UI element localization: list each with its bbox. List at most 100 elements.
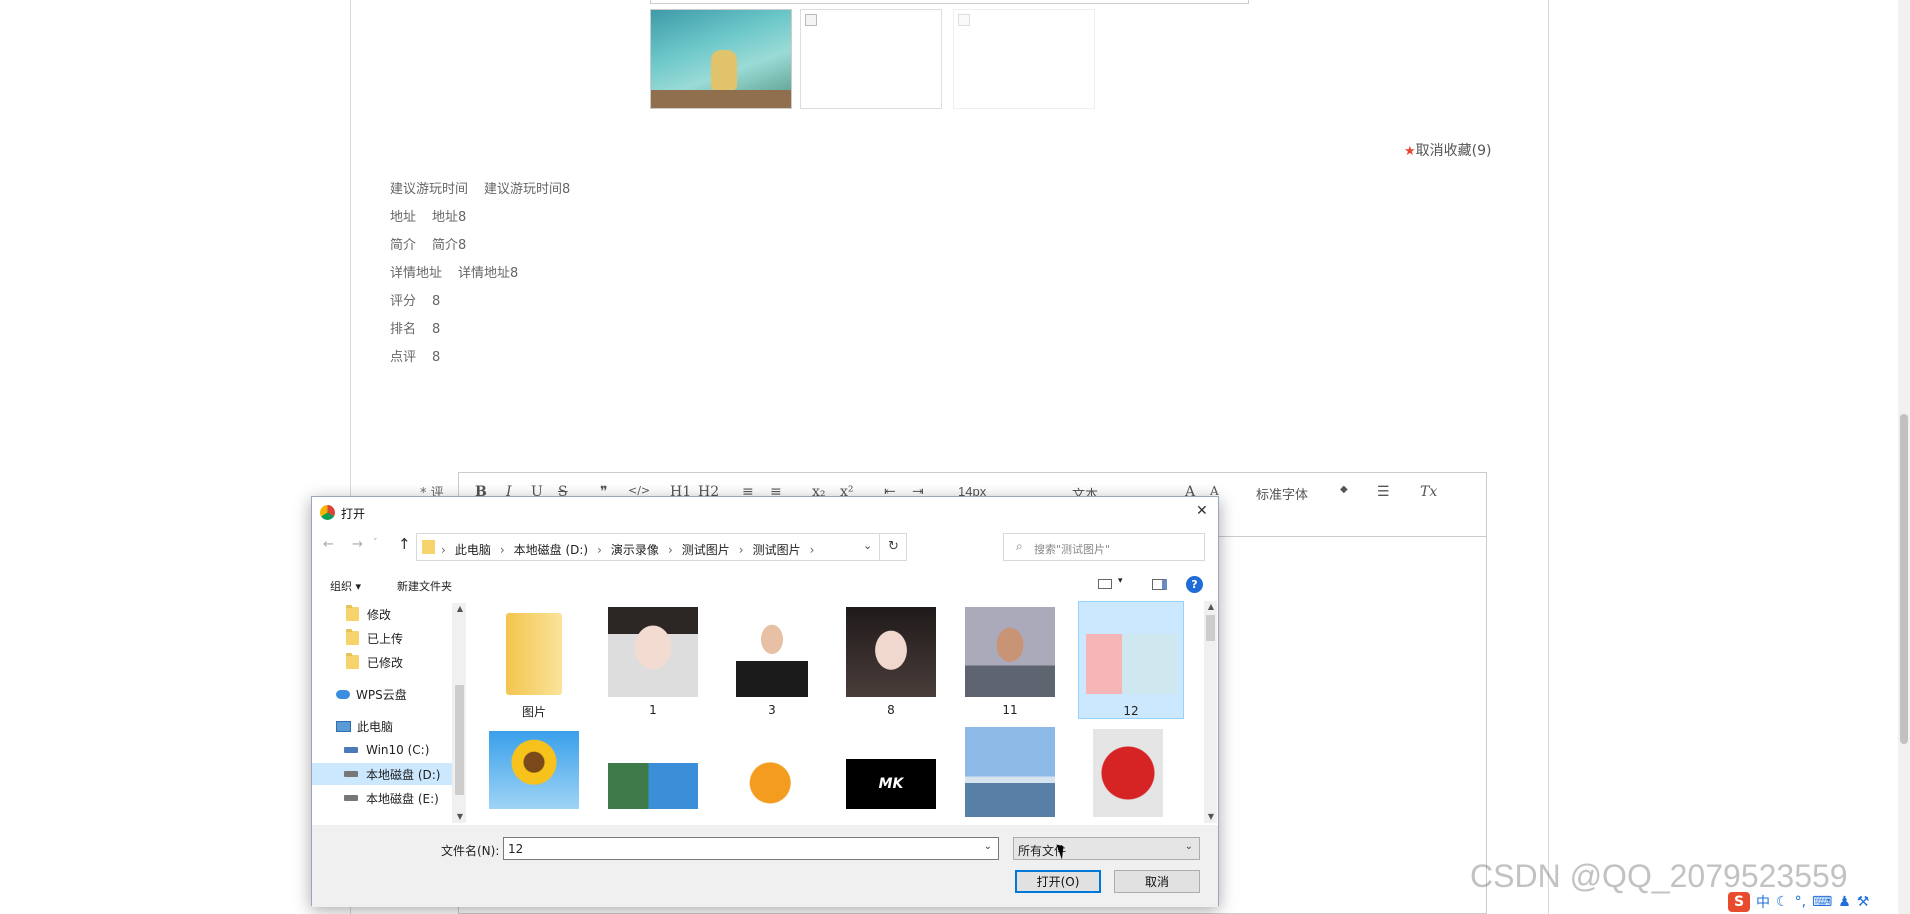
moon-icon[interactable]: ☾ <box>1776 894 1789 910</box>
file-item[interactable]: 1 <box>603 605 703 720</box>
ime-mode[interactable]: 中 <box>1756 892 1770 912</box>
breadcrumb-item[interactable]: 此电脑 <box>455 541 491 558</box>
page-scrollbar-thumb[interactable] <box>1900 414 1908 744</box>
align-icon[interactable]: ☰ <box>1377 484 1390 500</box>
detail-row: 评分 8 <box>390 294 441 309</box>
image-thumbnail <box>965 607 1055 697</box>
font-family-select[interactable]: 标准字体 <box>1256 484 1308 503</box>
thumbnail-broken-1[interactable] <box>800 9 942 109</box>
favorite-toggle[interactable]: ★取消收藏(9) <box>1404 140 1492 160</box>
filename-label: 文件名(N): <box>441 844 500 858</box>
clear-format-button[interactable]: Tx <box>1420 484 1437 500</box>
open-button[interactable]: 打开(O) <box>1015 870 1101 893</box>
file-item[interactable] <box>960 725 1060 823</box>
scroll-down-icon[interactable]: ▼ <box>1204 811 1218 823</box>
nav-item-drive-c[interactable]: Win10 (C:) <box>344 739 429 761</box>
scroll-down-icon[interactable]: ▼ <box>453 811 467 823</box>
recent-icon[interactable]: ˅ <box>373 538 378 548</box>
nav-item-修改[interactable]: 修改 <box>346 603 391 625</box>
file-label: 3 <box>768 703 776 717</box>
view-mode-icon[interactable] <box>1098 579 1112 589</box>
breadcrumb-item[interactable]: 演示录像 <box>611 541 659 558</box>
help-icon[interactable]: ? <box>1186 576 1203 593</box>
close-icon[interactable]: ✕ <box>1196 503 1208 519</box>
forward-icon[interactable]: → <box>352 537 363 552</box>
image-thumbnail <box>846 607 936 697</box>
file-item[interactable] <box>603 725 703 823</box>
nav-item-已修改[interactable]: 已修改 <box>346 651 403 673</box>
system-tray: S 中 ☾ °, ⌨ ♟ ⚒ <box>1728 890 1910 914</box>
nav-scrollbar[interactable]: ▲ ▼ <box>453 603 466 823</box>
nav-item-this-pc[interactable]: 此电脑 <box>336 715 393 737</box>
dialog-titlebar[interactable]: 打开 ✕ <box>312 497 1218 527</box>
navigation-pane: 修改 已上传 已修改 WPS云盘 此电脑 Win10 (C:) 本地磁盘 (D:… <box>312 603 453 823</box>
wrench-icon[interactable]: ⚒ <box>1857 894 1870 910</box>
scroll-up-icon[interactable]: ▲ <box>1204 601 1218 613</box>
thumbnail-broken-2[interactable] <box>953 9 1095 109</box>
file-item-selected[interactable]: 12 <box>1078 601 1184 719</box>
image-thumbnail <box>736 607 808 697</box>
image-thumbnail <box>965 727 1055 817</box>
breadcrumb-item[interactable]: 测试图片 <box>753 541 801 558</box>
file-item[interactable]: 图片 <box>484 605 584 720</box>
shirt-icon[interactable]: ♟ <box>1838 894 1851 910</box>
breadcrumb-item[interactable]: 测试图片 <box>682 541 730 558</box>
up-icon[interactable]: ↑ <box>398 535 411 553</box>
file-item[interactable] <box>722 725 822 823</box>
chevron-down-icon[interactable]: ⌄ <box>863 539 872 552</box>
search-input[interactable]: ⌕ 搜索"测试图片" <box>1003 533 1205 561</box>
nav-scrollbar-thumb[interactable] <box>455 685 464 795</box>
page-scrollbar[interactable] <box>1898 0 1910 914</box>
refresh-icon[interactable]: ↻ <box>888 539 899 554</box>
image-thumbnail: MK <box>846 759 936 809</box>
image-thumbnail <box>1093 729 1163 817</box>
file-grid: 图片 1 3 8 11 12 MK <box>472 601 1202 823</box>
nav-item-已上传[interactable]: 已上传 <box>346 627 403 649</box>
nav-item-wps-cloud[interactable]: WPS云盘 <box>336 683 407 705</box>
thumbnail-lake[interactable] <box>650 9 792 109</box>
file-item[interactable] <box>484 725 584 823</box>
punctuation-icon[interactable]: °, <box>1795 894 1806 910</box>
chevron-down-icon[interactable]: ⌄ <box>984 841 992 852</box>
upload-input-remnant <box>650 0 1249 4</box>
file-label: 12 <box>1123 704 1139 718</box>
nav-item-drive-e[interactable]: 本地磁盘 (E:) <box>344 787 439 809</box>
breadcrumb-item[interactable]: 本地磁盘 (D:) <box>514 541 588 558</box>
preview-pane-icon[interactable] <box>1152 579 1167 590</box>
file-item[interactable]: 8 <box>841 605 941 720</box>
file-item[interactable]: 3 <box>722 605 822 720</box>
chevron-down-icon[interactable]: ▾ <box>1118 576 1123 586</box>
file-item[interactable]: MK <box>841 725 941 823</box>
filetype-select[interactable]: 所有文件 ⌄ <box>1013 837 1200 860</box>
address-bar[interactable]: › 此电脑 › 本地磁盘 (D:) › 演示录像 › 测试图片 › 测试图片 › ⌄ ↻ <box>416 533 907 561</box>
sogou-icon[interactable]: S <box>1728 892 1750 912</box>
detail-row: 地址 地址8 <box>390 210 467 225</box>
organize-menu[interactable]: 组织 ▾ <box>330 578 361 594</box>
drive-icon <box>344 795 358 801</box>
cancel-button[interactable]: 取消 <box>1114 870 1200 893</box>
detail-row: 排名 8 <box>390 322 441 337</box>
grid-scrollbar-thumb[interactable] <box>1206 615 1215 641</box>
star-icon: ★ <box>1404 144 1416 159</box>
chevron-updown-icon[interactable]: ◆ <box>1340 484 1348 495</box>
keyboard-icon[interactable]: ⌨ <box>1812 894 1832 910</box>
file-label: 11 <box>1002 703 1018 717</box>
scroll-up-icon[interactable]: ▲ <box>453 603 467 615</box>
image-thumbnail <box>1086 634 1176 694</box>
image-thumbnail <box>608 763 698 809</box>
detail-row: 点评 8 <box>390 350 441 365</box>
file-label: 8 <box>887 703 895 717</box>
file-label: 图片 <box>521 705 546 719</box>
breadcrumb: › 此电脑 › 本地磁盘 (D:) › 演示录像 › 测试图片 › 测试图片 › <box>441 541 815 558</box>
chevron-down-icon[interactable]: ⌄ <box>1185 841 1193 852</box>
file-label: 1 <box>649 703 657 717</box>
folder-icon <box>346 605 359 621</box>
favorite-label: 取消收藏(9) <box>1415 143 1492 159</box>
grid-scrollbar[interactable]: ▲ ▼ <box>1204 601 1217 823</box>
new-folder-button[interactable]: 新建文件夹 <box>397 578 452 594</box>
file-item[interactable] <box>1078 725 1178 823</box>
back-icon[interactable]: ← <box>323 537 334 552</box>
nav-item-drive-d[interactable]: 本地磁盘 (D:) <box>312 763 452 785</box>
file-item[interactable]: 11 <box>960 605 1060 720</box>
filename-input[interactable]: 12 ⌄ <box>503 837 999 860</box>
